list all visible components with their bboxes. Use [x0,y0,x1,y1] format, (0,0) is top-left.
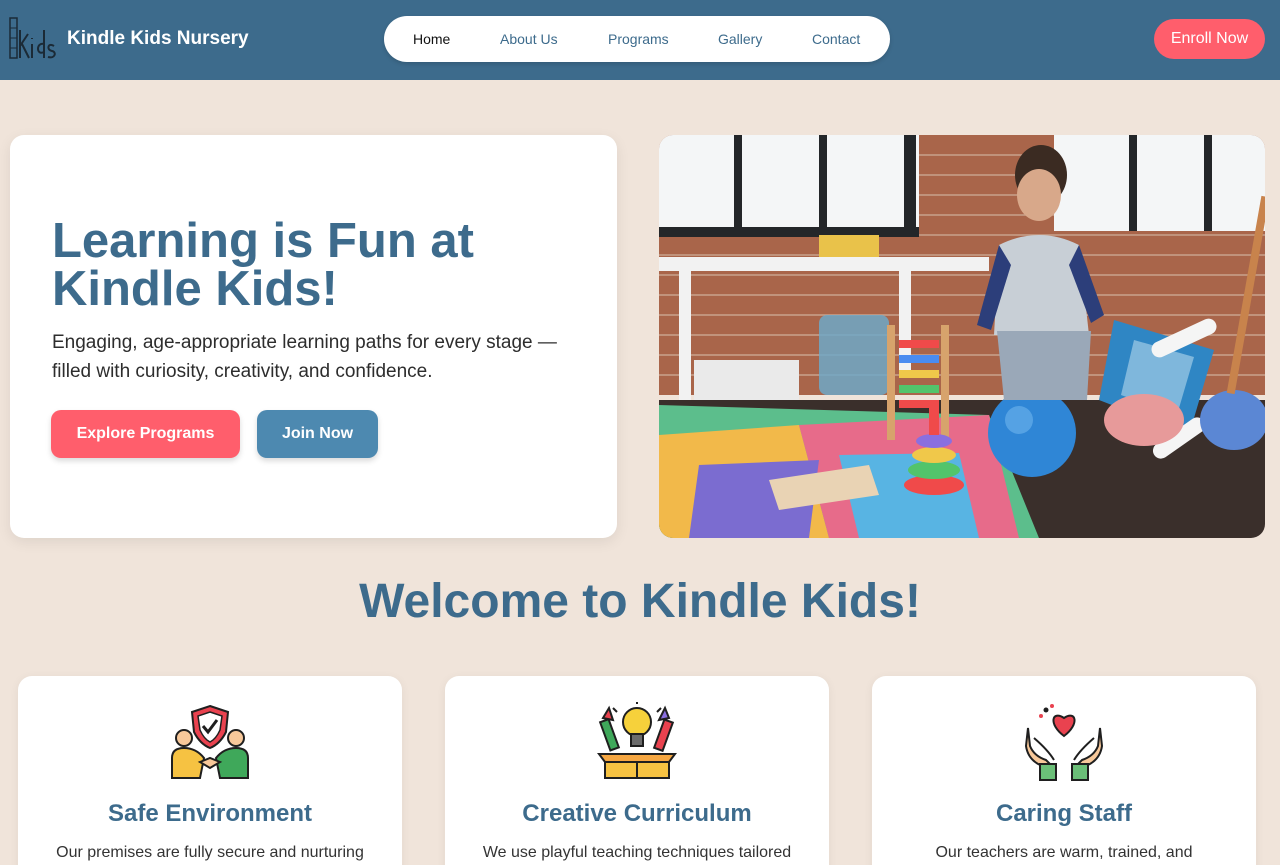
feature-title: Safe Environment [107,800,313,827]
feature-card-creative-curriculum: Creative Curriculum We use playful teach… [445,676,829,865]
logo-icon[interactable] [8,14,58,62]
join-now-button[interactable]: Join Now [257,410,378,458]
feature-card-caring-staff: Caring Staff Our teachers are warm, trai… [872,676,1256,865]
nav-about-us[interactable]: About Us [500,31,558,47]
caring-hands-heart-icon [1024,704,1104,781]
lightbulb-crayons-icon [597,702,677,779]
feature-text: We use playful teaching techniques tailo… [482,844,792,861]
main-nav: Home About Us Programs Gallery Contact [384,16,890,62]
nav-gallery[interactable]: Gallery [718,31,762,47]
feature-title: Creative Curriculum [522,800,752,827]
site-header: Kindle Kids Nursery Home About Us Progra… [0,0,1280,80]
nav-contact[interactable]: Contact [812,31,860,47]
brand-name[interactable]: Kindle Kids Nursery [67,28,249,50]
nav-home[interactable]: Home [413,31,450,47]
feature-text: Our teachers are warm, trained, and [935,844,1193,861]
hero-title: Learning is Fun at Kindle Kids! [52,214,474,316]
safety-shield-icon [171,704,249,779]
hero-subtitle: Engaging, age-appropriate learning paths… [52,332,557,382]
welcome-heading: Welcome to Kindle Kids! [359,575,921,628]
hero-card: Learning is Fun at Kindle Kids! Engaging… [10,135,617,538]
enroll-now-button[interactable]: Enroll Now [1154,19,1265,59]
feature-title: Caring Staff [995,800,1132,827]
feature-card-safe-environment: Safe Environment Our premises are fully … [18,676,402,865]
feature-text: Our premises are fully secure and nurtur… [56,844,364,861]
explore-programs-button[interactable]: Explore Programs [51,410,240,458]
nav-programs[interactable]: Programs [608,31,669,47]
hero-classroom-photo [659,135,1265,538]
